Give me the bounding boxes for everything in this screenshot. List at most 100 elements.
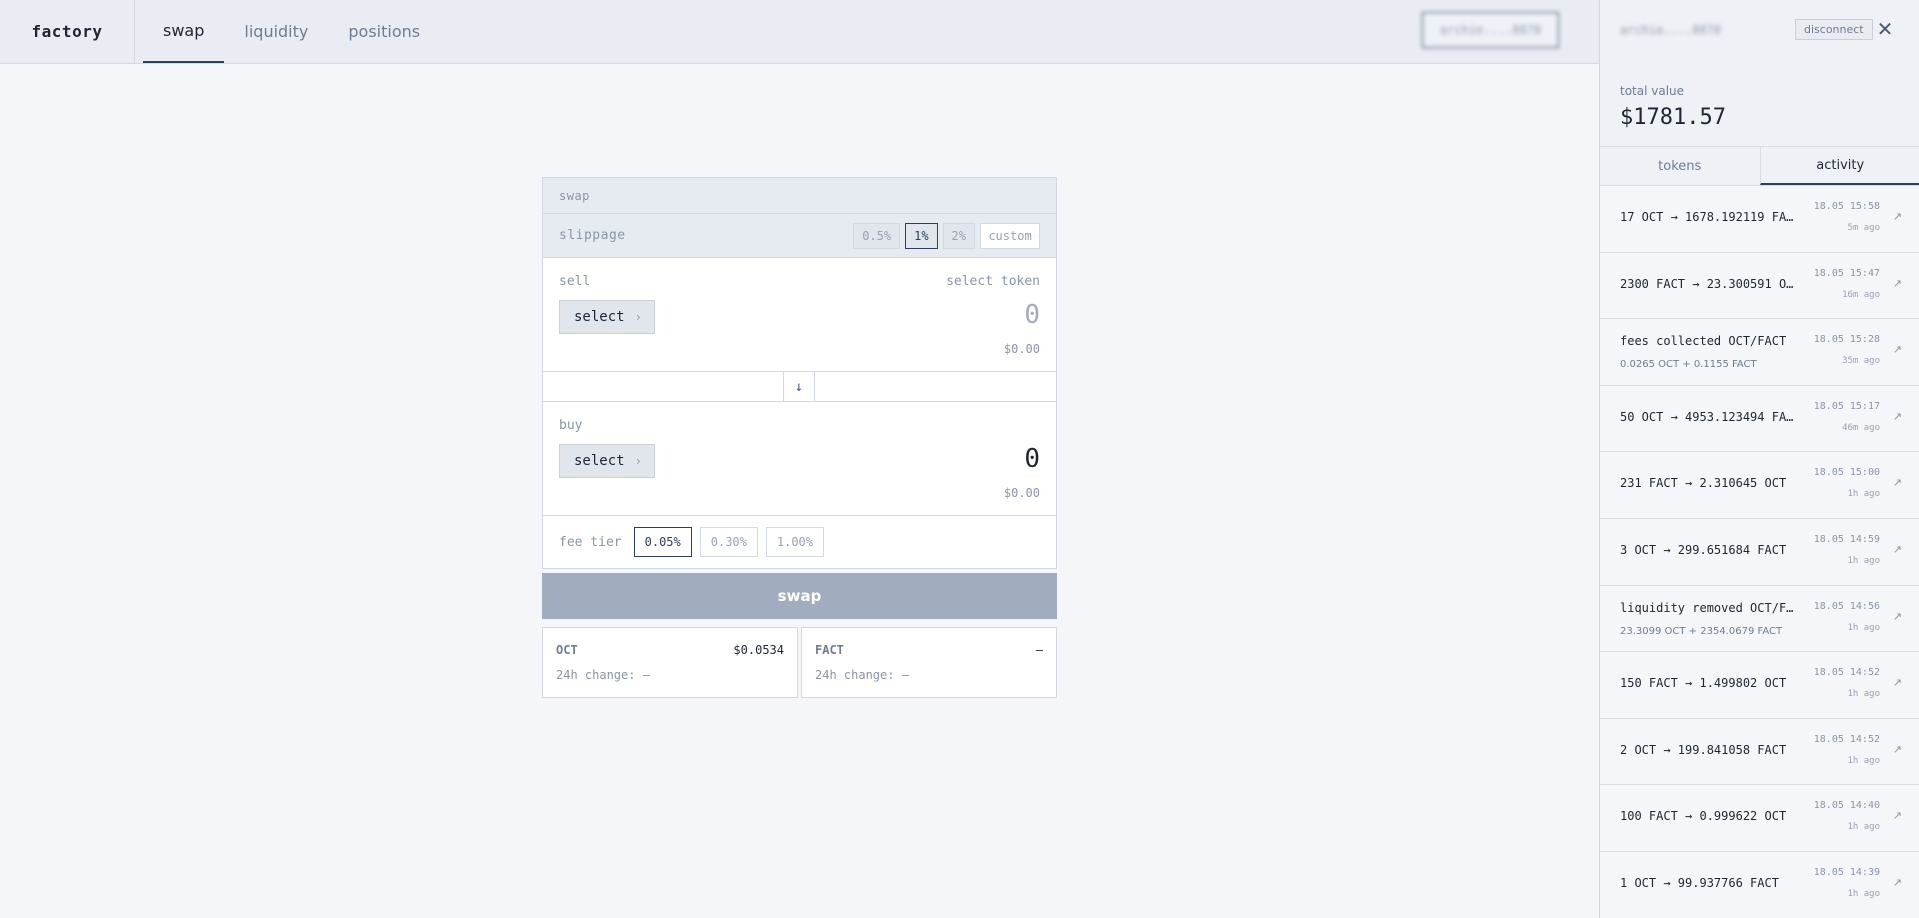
- disconnect-button[interactable]: disconnect: [1795, 19, 1873, 40]
- activity-item-time-ago: 1h ago: [1847, 689, 1880, 700]
- activity-item-time-ago: 16m ago: [1842, 289, 1880, 300]
- sell-amount-input[interactable]: 0: [1024, 300, 1040, 330]
- price-card-symbol: FACT: [815, 643, 844, 657]
- activity-item-title: 150 FACT → 1.499802 OCT: [1620, 676, 1787, 691]
- activity-item-time-ago: 1h ago: [1847, 822, 1880, 833]
- price-card-change: 24h change: —: [815, 668, 909, 682]
- activity-item-date: 18.05 14:52: [1813, 733, 1880, 745]
- activity-item[interactable]: 50 OCT → 4953.123494 FACT 18.05 15:17 46m …: [1600, 385, 1919, 453]
- sell-token-select-button[interactable]: select ›: [559, 300, 655, 334]
- activity-item-date: 18.05 15:58: [1813, 201, 1880, 212]
- price-card-change: 24h change: —: [556, 668, 650, 682]
- buy-amount-output: 0: [1024, 444, 1040, 474]
- activity-item-title: 231 FACT → 2.310645 OCT: [1620, 476, 1787, 491]
- external-link-icon[interactable]: ↗: [1893, 743, 1902, 756]
- wallet-panel: archie....8870 disconnect ✕ total value …: [1599, 0, 1919, 918]
- external-link-icon[interactable]: ↗: [1893, 676, 1902, 689]
- slippage-option-2[interactable]: 2%: [942, 222, 975, 249]
- activity-item-title: liquidity removed OCT/FACT: [1620, 600, 1795, 615]
- activity-item[interactable]: 2300 FACT → 23.300591 OCT 18.05 15:47 16m …: [1600, 252, 1919, 320]
- slippage-custom-input[interactable]: custom: [980, 222, 1040, 249]
- activity-item-date: 18.05 14:39: [1813, 866, 1880, 878]
- tab-tokens[interactable]: tokens: [1600, 147, 1760, 185]
- activity-item-date: 18.05 15:28: [1813, 334, 1880, 346]
- activity-item[interactable]: 231 FACT → 2.310645 OCT 18.05 15:00 1h ago…: [1600, 452, 1919, 519]
- activity-item-time-ago: 5m ago: [1847, 223, 1880, 233]
- activity-item-title: 2 OCT → 199.841058 FACT: [1620, 742, 1787, 757]
- activity-item-time-ago: 46m ago: [1842, 422, 1880, 433]
- wallet-address-button[interactable]: archie....8870: [1422, 12, 1559, 48]
- activity-item-date: 18.05 15:17: [1813, 400, 1880, 412]
- slippage-options: 0.5% 1% 2% custom: [853, 222, 1040, 249]
- fee-tier-option-0-30[interactable]: 0.30%: [699, 527, 758, 557]
- external-link-icon[interactable]: ↗: [1893, 876, 1902, 889]
- external-link-icon[interactable]: ↗: [1893, 809, 1902, 822]
- activity-item[interactable]: 100 FACT → 0.999622 OCT 18.05 14:40 1h ago…: [1600, 785, 1919, 852]
- fee-tier-row: fee tier 0.05% 0.30% 1.00%: [543, 516, 1056, 568]
- brand-logo[interactable]: factory: [0, 0, 135, 63]
- activity-item[interactable]: 17 OCT → 1678.192119 FACT 18.05 15:58 5m a…: [1600, 186, 1919, 253]
- activity-item[interactable]: 1 OCT → 99.937766 FACT 18.05 14:39 1h ago ↗: [1600, 851, 1919, 918]
- activity-item-detail: 23.3099 OCT + 2354.0679 FACT: [1620, 625, 1783, 637]
- external-link-icon[interactable]: ↗: [1893, 543, 1902, 556]
- chevron-right-icon: ›: [634, 454, 642, 468]
- nav-swap[interactable]: swap: [143, 0, 225, 63]
- fee-tier-label: fee tier: [559, 534, 622, 550]
- flip-direction-button[interactable]: ↓: [783, 372, 815, 402]
- external-link-icon[interactable]: ↗: [1893, 476, 1902, 489]
- price-card-fact: FACT — 24h change: —: [801, 627, 1057, 698]
- slippage-option-1[interactable]: 1%: [905, 222, 938, 249]
- swap-card: swap slippage 0.5% 1% 2% custom sell sel…: [542, 177, 1057, 569]
- activity-item-time-ago: 1h ago: [1847, 555, 1880, 566]
- activity-item-date: 18.05 14:56: [1813, 600, 1880, 612]
- swap-submit-button[interactable]: swap: [542, 573, 1057, 619]
- activity-item-title: 2300 FACT → 23.300591 OCT: [1620, 276, 1795, 291]
- panel-tabs: tokens activity: [1600, 146, 1919, 186]
- total-value-amount: $1781.57: [1620, 105, 1726, 130]
- external-link-icon[interactable]: ↗: [1893, 610, 1902, 623]
- select-token-hint: select token: [946, 274, 1040, 289]
- activity-item[interactable]: fees collected OCT/FACT 0.0265 OCT + 0.11…: [1600, 319, 1919, 386]
- swap-card-title: swap: [543, 178, 1056, 214]
- buy-select-label: select: [574, 453, 625, 469]
- activity-item-time-ago: 1h ago: [1847, 622, 1880, 633]
- chevron-right-icon: ›: [634, 310, 642, 324]
- fee-tier-option-0-05[interactable]: 0.05%: [633, 527, 692, 557]
- activity-item-time-ago: 1h ago: [1847, 888, 1880, 899]
- price-card-symbol: OCT: [556, 643, 578, 657]
- activity-item-detail: 0.0265 OCT + 0.1155 FACT: [1620, 359, 1757, 371]
- close-icon[interactable]: ✕: [1874, 17, 1896, 41]
- activity-item-title: 50 OCT → 4953.123494 FACT: [1620, 409, 1795, 424]
- external-link-icon[interactable]: ↗: [1893, 410, 1902, 423]
- activity-list: 17 OCT → 1678.192119 FACT 18.05 15:58 5m a…: [1600, 186, 1919, 918]
- external-link-icon[interactable]: ↗: [1893, 210, 1902, 223]
- activity-item[interactable]: liquidity removed OCT/FACT 23.3099 OCT + …: [1600, 585, 1919, 653]
- activity-item-title: 1 OCT → 99.937766 FACT: [1620, 875, 1779, 890]
- activity-item-time-ago: 1h ago: [1847, 489, 1880, 500]
- slippage-option-0-5[interactable]: 0.5%: [853, 222, 901, 249]
- activity-item[interactable]: 2 OCT → 199.841058 FACT 18.05 14:52 1h ago…: [1600, 718, 1919, 786]
- fee-tier-option-1-00[interactable]: 1.00%: [765, 527, 824, 557]
- activity-item-title: 3 OCT → 299.651684 FACT: [1620, 542, 1787, 557]
- external-link-icon[interactable]: ↗: [1893, 343, 1902, 356]
- sell-section: sell select token select › 0 $0.00: [543, 258, 1056, 372]
- nav-positions[interactable]: positions: [328, 0, 440, 63]
- slippage-label: slippage: [559, 228, 626, 243]
- sell-select-label: select: [574, 309, 625, 325]
- activity-item[interactable]: 150 FACT → 1.499802 OCT 18.05 14:52 1h ago…: [1600, 652, 1919, 719]
- tab-activity[interactable]: activity: [1759, 147, 1919, 185]
- price-card-price: $0.0534: [733, 643, 784, 657]
- activity-item-title: 17 OCT → 1678.192119 FACT: [1620, 210, 1795, 224]
- activity-item-date: 18.05 14:40: [1813, 800, 1880, 812]
- activity-item[interactable]: 3 OCT → 299.651684 FACT 18.05 14:59 1h ago…: [1600, 518, 1919, 586]
- slippage-row: slippage 0.5% 1% 2% custom: [543, 214, 1056, 258]
- nav-liquidity[interactable]: liquidity: [224, 0, 328, 63]
- arrow-down-icon: ↓: [794, 379, 804, 395]
- main-nav: swap liquidity positions: [143, 0, 440, 63]
- buy-token-select-button[interactable]: select ›: [559, 444, 655, 478]
- activity-item-title: fees collected OCT/FACT: [1620, 334, 1787, 349]
- price-card-oct: OCT $0.0534 24h change: —: [542, 627, 798, 698]
- price-card-price: —: [1035, 643, 1043, 657]
- external-link-icon[interactable]: ↗: [1893, 277, 1902, 290]
- sell-usd-value: $0.00: [1003, 342, 1040, 356]
